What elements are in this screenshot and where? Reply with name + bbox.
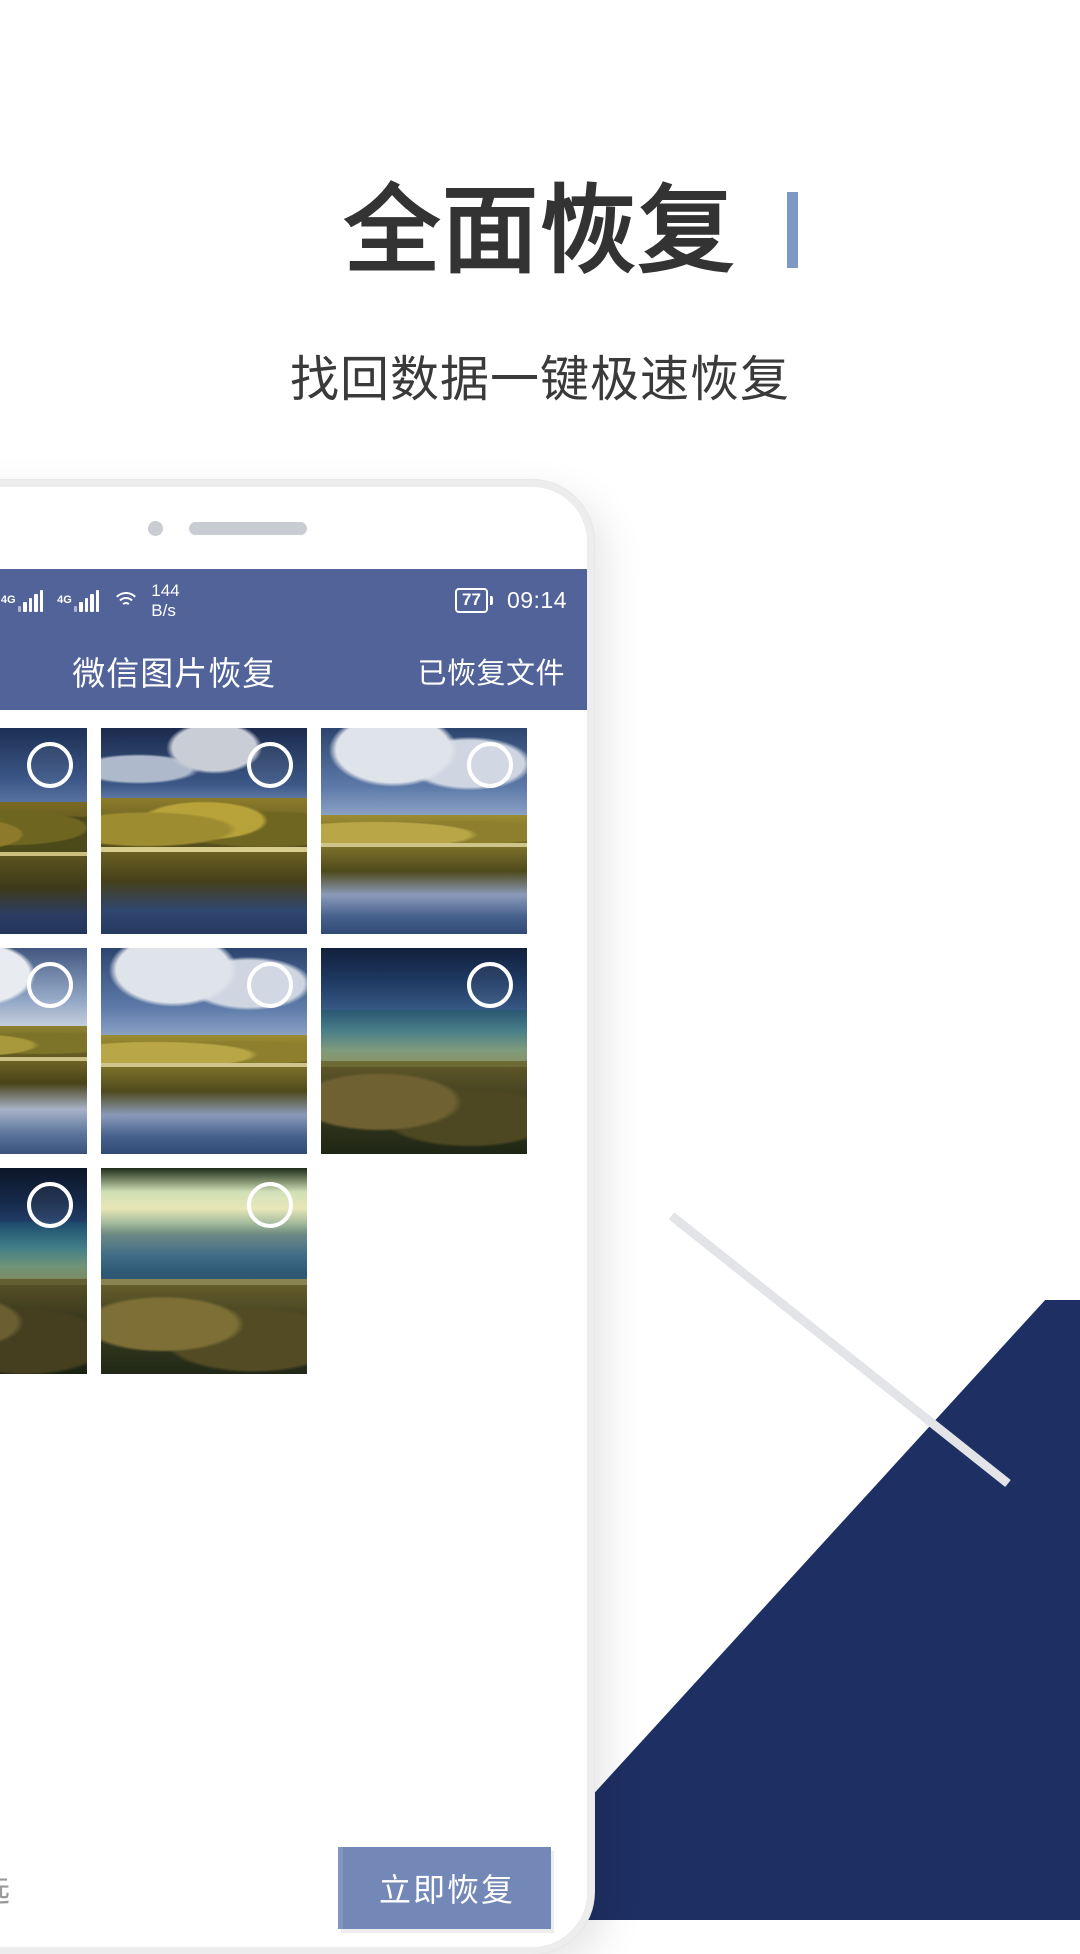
photo-thumbnail[interactable]	[101, 1168, 307, 1374]
decorative-navy-corner	[520, 1300, 1080, 1920]
network-speed-value: 144	[151, 580, 180, 600]
network-speed: 144 B/s	[151, 581, 179, 620]
photo-thumbnail[interactable]	[101, 948, 307, 1154]
signal-bars-icon-2	[73, 589, 100, 612]
photo-layer-water	[0, 1285, 87, 1374]
front-camera-icon	[147, 520, 163, 536]
circle-unchecked-icon[interactable]	[467, 962, 513, 1008]
photo-layer-water	[0, 1061, 87, 1154]
battery-icon: 77	[455, 588, 493, 613]
photo-thumbnail[interactable]	[321, 728, 527, 934]
photo-thumbnail[interactable]	[321, 948, 527, 1154]
nav-bar: 微信图片恢复 已恢复文件	[0, 632, 587, 710]
photo-layer-mid	[101, 1233, 307, 1284]
photo-layer-water	[321, 1067, 527, 1154]
photo-layer-water	[101, 1067, 307, 1154]
page-title: 微信图片恢复	[72, 655, 277, 692]
photo-layer-water	[101, 851, 307, 934]
signal-group-1: 4G	[0, 589, 44, 612]
select-all-control[interactable]: 全选	[0, 1865, 10, 1911]
photo-layer-mid	[0, 1221, 87, 1284]
signal-group-2: 4G	[57, 589, 100, 612]
photo-layer-water	[321, 847, 527, 934]
network-type-1: 4G	[0, 593, 16, 606]
network-type-2: 4G	[57, 593, 72, 606]
photo-thumbnail[interactable]	[0, 948, 87, 1154]
photo-layer-water	[101, 1285, 307, 1374]
headline-accent-bar	[787, 192, 798, 268]
recover-now-button[interactable]: 立即恢复	[337, 1847, 551, 1929]
photo-thumbnail[interactable]	[0, 1168, 87, 1374]
photo-grid	[0, 710, 587, 1374]
photo-thumbnail[interactable]	[0, 728, 87, 934]
promo-headline-wrap: 全面恢复	[0, 181, 1080, 283]
status-bar-clock: 09:14	[506, 587, 567, 613]
select-all-label: 全选	[0, 1865, 10, 1911]
photo-layer-water	[0, 855, 87, 934]
circle-unchecked-icon[interactable]	[27, 962, 73, 1008]
photo-layer-mid	[101, 798, 307, 852]
recovered-files-link[interactable]: 已恢复文件	[417, 650, 565, 692]
signal-bars-icon-1	[17, 589, 44, 612]
battery-cap	[489, 596, 493, 605]
phone-top-bezel	[0, 487, 587, 569]
circle-unchecked-icon[interactable]	[27, 742, 73, 788]
promo-subtitle: 找回数据一键极速恢复	[289, 353, 790, 407]
bottom-action-bar: 全选 立即恢复	[0, 1829, 587, 1947]
wifi-icon	[112, 590, 141, 612]
earpiece-speaker	[188, 521, 307, 535]
phone-mockup: 中国移动 中国移动 HD 4G 4G 144 B/s	[0, 480, 594, 1954]
photo-layer-mid	[0, 1026, 87, 1060]
promo-headline-text: 全面恢复	[344, 178, 736, 285]
photo-layer-mid	[0, 802, 87, 856]
circle-unchecked-icon[interactable]	[27, 1182, 73, 1228]
phone-screen: 中国移动 中国移动 HD 4G 4G 144 B/s	[0, 569, 587, 1947]
circle-unchecked-icon[interactable]	[247, 742, 293, 788]
circle-unchecked-icon[interactable]	[247, 1182, 293, 1228]
circle-unchecked-icon[interactable]	[247, 962, 293, 1008]
promo-headline: 全面恢复	[344, 181, 798, 283]
photo-layer-mid	[321, 1009, 527, 1068]
battery-level: 77	[455, 588, 488, 613]
status-bar: 中国移动 中国移动 HD 4G 4G 144 B/s	[0, 569, 587, 632]
photo-thumbnail[interactable]	[101, 728, 307, 934]
decorative-diagonal-line	[668, 1212, 1011, 1488]
network-speed-unit: B/s	[151, 600, 176, 620]
navy-triangle	[520, 1300, 1080, 1920]
circle-unchecked-icon[interactable]	[467, 742, 513, 788]
